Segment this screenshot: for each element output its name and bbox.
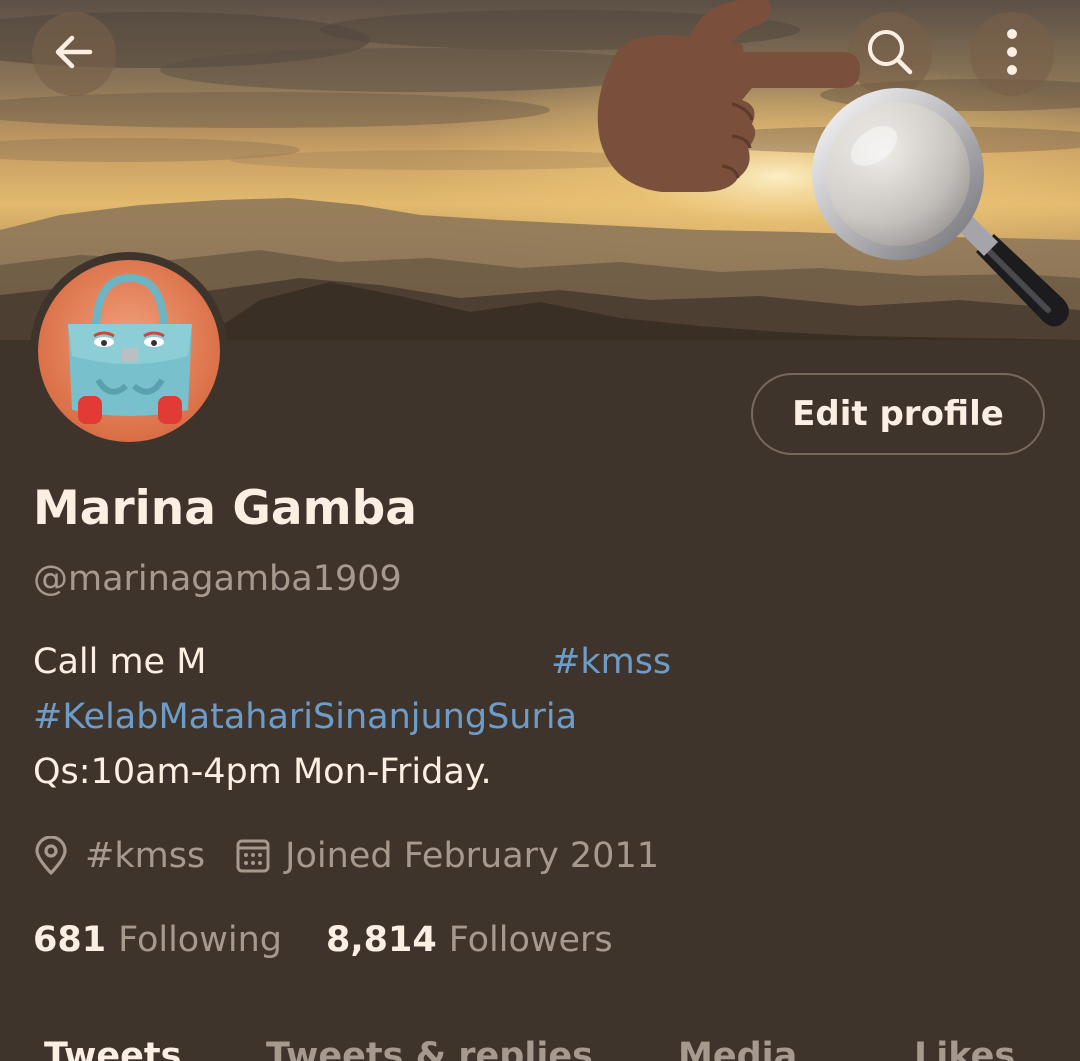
tab-tweets[interactable]: Tweets <box>44 1036 181 1061</box>
profile-handle: @marinagamba1909 <box>33 559 402 599</box>
bio-hashtag-kelab[interactable]: #KelabMatahariSinanjungSuria <box>33 696 577 738</box>
magnifying-glass-icon <box>808 82 1074 344</box>
more-vertical-icon <box>1002 26 1022 82</box>
arrow-left-icon <box>50 28 98 80</box>
search-icon <box>864 26 916 82</box>
calendar-icon <box>235 838 271 874</box>
profile-page: Edit profile Marina Gamba @marinagamba19… <box>0 0 1080 1061</box>
following-link[interactable]: 681 Following <box>33 920 282 960</box>
profile-stats-row: 681 Following 8,814 Followers <box>33 914 613 966</box>
back-button[interactable] <box>32 12 116 96</box>
location-pin-icon <box>33 836 69 876</box>
tab-media[interactable]: Media <box>678 1036 797 1061</box>
profile-location: #kmss <box>85 836 206 876</box>
followers-label: Followers <box>448 920 613 960</box>
bio-hours-text: Qs:10am-4pm Mon-Friday. <box>33 752 492 792</box>
edit-profile-button[interactable]: Edit profile <box>751 373 1045 455</box>
following-label: Following <box>118 920 282 960</box>
profile-display-name: Marina Gamba <box>33 481 417 536</box>
following-count: 681 <box>33 920 107 960</box>
bio-hashtag-kmss[interactable]: #kmss <box>551 641 671 683</box>
bio-line-text: Call me M <box>33 642 207 682</box>
followers-count: 8,814 <box>325 920 437 960</box>
tab-tweets-and-replies[interactable]: Tweets & replies <box>266 1036 593 1061</box>
tab-likes[interactable]: Likes <box>914 1036 1015 1061</box>
profile-joined-date: Joined February 2011 <box>285 836 659 876</box>
profile-tabs: Tweets Tweets & replies Media Likes <box>0 1028 1080 1061</box>
profile-meta-row: #kmss Joined February 2011 <box>33 830 659 882</box>
avatar-image <box>38 260 220 442</box>
followers-link[interactable]: 8,814 Followers <box>326 920 613 960</box>
profile-avatar[interactable] <box>30 252 228 450</box>
